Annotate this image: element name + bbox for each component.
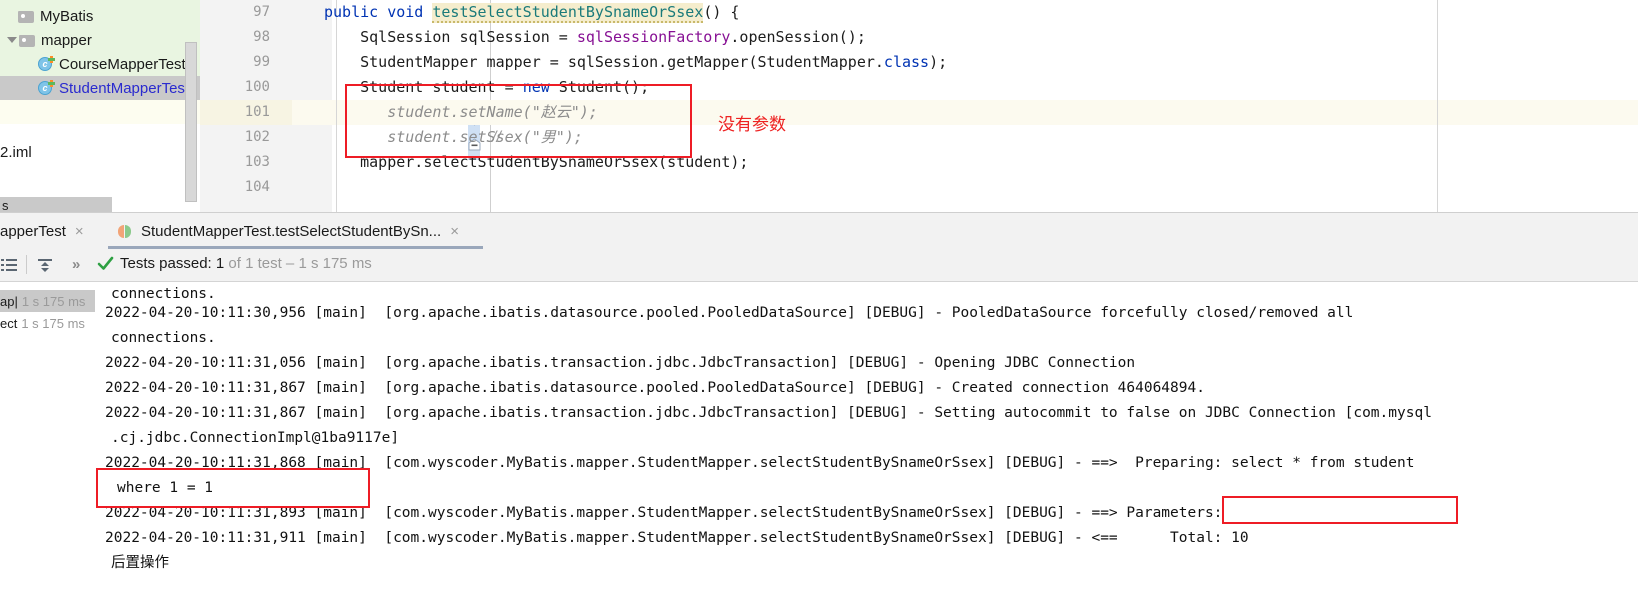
- code-line-97: public void testSelectStudentBySnameOrSs…: [324, 3, 740, 23]
- more-options-icon[interactable]: »: [72, 256, 80, 273]
- green-check-icon: [97, 255, 114, 272]
- console-output[interactable]: connections. 2022-04-20-10:11:30,956 [ma…: [95, 282, 1638, 612]
- folder-icon: [19, 34, 35, 47]
- tree-scrollbar[interactable]: [185, 42, 197, 202]
- console-line: connections.: [111, 330, 216, 346]
- java-class-icon: c: [38, 56, 55, 72]
- console-line: 2022-04-20-10:11:31,867 [main] [org.apac…: [105, 405, 1432, 421]
- console-line: 2022-04-20-10:11:30,956 [main] [org.apac…: [105, 305, 1354, 321]
- tree-item-iml[interactable]: 2.iml: [0, 144, 32, 161]
- tests-passed-label: Tests passed: 1: [120, 255, 225, 272]
- tree-item-studentmappertest[interactable]: c StudentMapperTest: [0, 76, 200, 100]
- tree-item-label: MyBatis: [40, 7, 94, 25]
- test-tree-duration: 1 s 175 ms: [21, 315, 85, 331]
- test-tree-row-selected[interactable]: ap| 1 s 175 ms: [0, 290, 95, 312]
- line-number: 99: [253, 54, 270, 70]
- annotation-box-where-clause: [96, 468, 370, 508]
- tree-item-mapper[interactable]: mapper: [6, 28, 92, 52]
- tree-item-label: s: [2, 198, 9, 213]
- expand-all-icon[interactable]: [0, 257, 18, 274]
- collapse-all-icon[interactable]: [36, 257, 54, 274]
- tree-item-mybatis[interactable]: MyBatis: [18, 4, 93, 28]
- console-line: .cj.jdbc.ConnectionImpl@1ba9117e]: [111, 430, 400, 446]
- tree-item-label: CourseMapperTest: [59, 55, 186, 73]
- editor-area: MyBatis mapper c CourseMapperTest c Stud…: [0, 0, 1638, 213]
- tree-item-label: StudentMapperTest: [59, 79, 190, 97]
- console-line-cn: 后置操作: [111, 555, 169, 571]
- line-number: 98: [253, 29, 270, 45]
- code-line-99: StudentMapper mapper = sqlSession.getMap…: [324, 53, 948, 71]
- console-line: 2022-04-20-10:11:31,867 [main] [org.apac…: [105, 380, 1205, 396]
- tab-mappertest[interactable]: apperTest ×: [0, 213, 84, 249]
- tree-item-partial[interactable]: s: [0, 197, 112, 213]
- chevron-down-icon[interactable]: [6, 35, 17, 46]
- tab-label: apperTest: [0, 222, 66, 240]
- test-tree-label: ect: [0, 315, 18, 331]
- run-config-icon: [118, 224, 133, 239]
- test-tree-duration: 1 s 175 ms: [21, 293, 86, 309]
- console-line: 2022-04-20-10:11:31,911 [main] [com.wysc…: [105, 530, 1249, 546]
- line-number: 100: [244, 79, 270, 95]
- folder-icon: [18, 10, 34, 23]
- test-tree-label: ap|: [0, 293, 18, 309]
- java-class-icon: c: [38, 80, 55, 96]
- line-number: 102: [244, 129, 270, 145]
- tab-label: StudentMapperTest.testSelectStudentBySn.…: [141, 222, 442, 240]
- annotation-box-code: [345, 84, 692, 158]
- test-tree-row[interactable]: ect 1 s 175 ms: [0, 312, 85, 334]
- project-tree-panel[interactable]: MyBatis mapper c CourseMapperTest c Stud…: [0, 0, 200, 213]
- close-icon[interactable]: ×: [450, 223, 459, 240]
- line-number: 104: [244, 179, 270, 195]
- line-number: 97: [253, 4, 270, 20]
- tab-studentmappertest-test[interactable]: StudentMapperTest.testSelectStudentBySn.…: [118, 213, 459, 249]
- toolbar-divider: [26, 255, 27, 274]
- annotation-note-no-params: 没有参数: [718, 115, 786, 135]
- editor-tab-bar[interactable]: apperTest × StudentMapperTest.testSelect…: [0, 212, 1638, 249]
- test-runner-toolbar[interactable]: » Tests passed: 1 of 1 test – 1 s 175 ms: [0, 249, 1638, 282]
- console-line: 2022-04-20-10:11:31,056 [main] [org.apac…: [105, 355, 1136, 371]
- tree-row-highlight: [0, 96, 200, 124]
- test-status-text: Tests passed: 1 of 1 test – 1 s 175 ms: [120, 255, 372, 272]
- code-line-98: SqlSession sqlSession = sqlSessionFactor…: [324, 28, 866, 46]
- close-icon[interactable]: ×: [75, 223, 84, 240]
- tree-item-coursemappertest[interactable]: c CourseMapperTest: [38, 52, 186, 76]
- tree-item-label: mapper: [41, 31, 92, 49]
- tests-duration-label: of 1 test – 1 s 175 ms: [224, 255, 372, 272]
- test-results-tree[interactable]: ap| 1 s 175 ms ect 1 s 175 ms: [0, 282, 95, 612]
- line-number: 101: [244, 104, 270, 120]
- ide-window: MyBatis mapper c CourseMapperTest c Stud…: [0, 0, 1638, 612]
- annotation-box-parameters: [1222, 496, 1458, 524]
- line-number: 103: [244, 154, 270, 170]
